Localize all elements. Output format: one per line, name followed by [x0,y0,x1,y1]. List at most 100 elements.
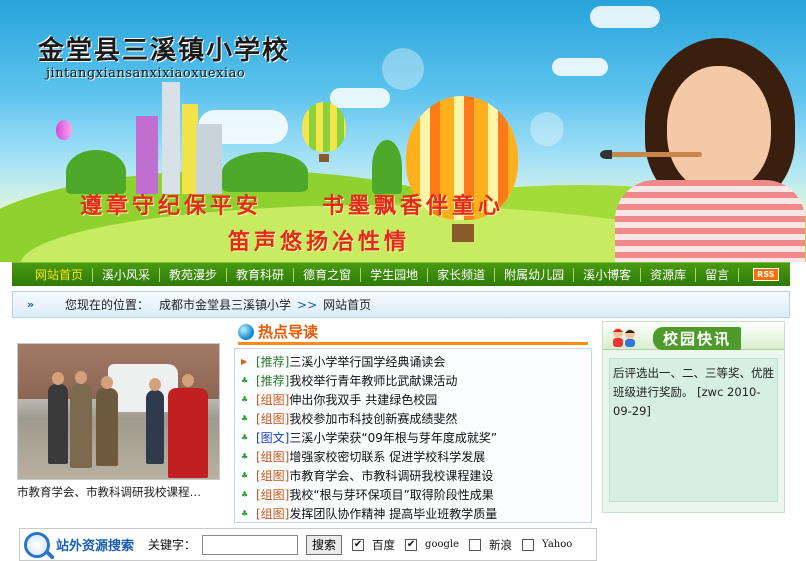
news-tag[interactable]: [组图] [256,486,289,503]
news-link[interactable]: 我校参加市科技创新赛成绩斐然 [289,410,457,427]
news-tag[interactable]: [组图] [256,467,289,484]
news-link[interactable]: 发挥团队协作精神 提高毕业班教学质量 [289,505,497,522]
building [136,116,158,194]
photo-person [168,388,208,478]
news-link[interactable]: 我校举行青年教师比武献课活动 [289,372,457,389]
cloud [330,88,390,108]
news-tag[interactable]: [组图] [256,505,289,522]
photo-person [146,390,164,464]
news-link[interactable]: 市教育学会、市教科调研我校课程建设 [289,467,493,484]
leaf-bullet-icon: ♣ [241,471,249,480]
news-link[interactable]: 三溪小学举行国学经典诵读会 [289,353,445,370]
slogan-2: 书墨飘香伴童心 [322,193,505,219]
engine-label: Yahoo [542,539,573,550]
leaf-bullet-icon: ♣ [241,452,249,461]
featured-photo[interactable] [17,343,220,480]
breadcrumb-prefix: 您现在的位置： [65,298,150,312]
photo-caption[interactable]: 市教育学会、市教科调研我校课程… [17,484,220,500]
school-pinyin: jintangxiansanxixiaoxuexiao [46,66,246,81]
campus-news-title: 校园快讯 [653,327,742,350]
nav-item-moral[interactable]: 德育之窗 [294,267,362,282]
engine-checkbox[interactable]: ✔ [352,538,365,551]
news-item[interactable]: ▶ [推荐] 三溪小学举行国学经典诵读会 [235,352,591,371]
building [162,82,180,194]
nav-item-style[interactable]: 溪小风采 [93,267,161,282]
girl-face [667,66,771,192]
engine-checkbox[interactable] [522,538,535,551]
photo-head [149,378,161,391]
news-link[interactable]: 我校“根与芽环保项目”取得阶段性成果 [289,486,493,503]
balloon [302,102,346,152]
external-search-bar: 站外资源搜索 关键字： 搜索 ✔ 百度 ✔ google 新浪 Yahoo [19,528,597,561]
tree [222,152,308,192]
news-item[interactable]: ♣ [组图] 市教育学会、市教科调研我校课程建设 [235,466,591,485]
rss-icon[interactable]: RSS [753,268,779,281]
leaf-bullet-icon: ♣ [241,414,249,423]
photo-head [75,371,87,384]
kids-icon [613,328,635,347]
cloud [590,6,660,28]
campus-news-header: 校园快讯 [603,322,784,350]
news-link[interactable]: 三溪小学荣获“09年根与芽年度成就奖” [289,429,497,446]
engine-checkbox[interactable]: ✔ [405,538,418,551]
balloon [56,120,72,140]
search-button[interactable]: 搜索 [306,534,343,555]
leaf-bullet-icon: ♣ [241,376,249,385]
leaf-bullet-icon: ♣ [241,433,249,442]
nav-item-home[interactable]: 网站首页 [26,267,94,282]
nav-item-students[interactable]: 学生园地 [361,267,429,282]
news-tag[interactable]: [推荐] [256,372,289,389]
news-item[interactable]: ♣ [组图] 伸出你我双手 共建绿色校园 [235,390,591,409]
nav-item-research[interactable]: 教育科研 [227,267,295,282]
tree [372,140,402,194]
nav-item-kindergarten[interactable]: 附属幼儿园 [495,267,575,282]
keyword-input[interactable] [202,534,299,555]
nav-item-teaching[interactable]: 教苑漫步 [160,267,228,282]
news-link[interactable]: 增强家校密切联系 促进学校科学发展 [289,448,485,465]
campus-news-panel: 校园快讯 后评选出一、二、三等奖、优胜班级进行奖励。 [zwc 2010-09-… [602,321,785,513]
engine-label: 新浪 [489,537,513,552]
photo-head [52,372,64,385]
building [196,124,222,194]
double-arrow-icon: » [27,298,35,311]
girl-shirt [615,180,805,262]
writing-brush [606,152,702,157]
cloud [552,58,608,76]
news-item[interactable]: ♣ [组图] 发挥团队协作精神 提高毕业班教学质量 [235,504,591,523]
news-item[interactable]: ♣ [组图] 我校“根与芽环保项目”取得阶段性成果 [235,485,591,504]
news-tag[interactable]: [图文] [256,429,289,446]
nav-item-parents[interactable]: 家长频道 [428,267,496,282]
photo-head [101,376,113,389]
slogan-3: 笛声悠扬冶性情 [228,229,411,255]
engine-option: ✔ 百度 [352,537,395,553]
writing-brush-tip [600,150,612,159]
news-tag[interactable]: [组图] [256,448,289,465]
globe-icon [238,323,254,340]
news-item[interactable]: ♣ [推荐] 我校举行青年教师比武献课活动 [235,371,591,390]
leaf-bullet-icon: ♣ [241,490,249,499]
leaf-bullet-icon: ♣ [241,509,249,518]
hot-news-title: 热点导读 [258,323,319,341]
news-item[interactable]: ♣ [组图] 增强家校密切联系 促进学校科学发展 [235,447,591,466]
news-link[interactable]: 伸出你我双手 共建绿色校园 [289,391,437,408]
photo-person [48,384,68,464]
slogan-1: 遵章守纪保平安 [80,193,263,219]
arrow-bullet-icon: ▶ [241,357,248,366]
news-tag[interactable]: [组图] [256,410,289,427]
header-banner: 金堂县三溪镇小学校 jintangxiansanxixiaoxuexiao 遵章… [0,0,806,262]
main-nav: 网站首页 溪小风采 教苑漫步 教育科研 德育之窗 学生园地 家长频道 附属幼儿园… [12,262,790,286]
news-item[interactable]: ♣ [图文] 三溪小学荣获“09年根与芽年度成就奖” [235,428,591,447]
campus-news-text[interactable]: 后评选出一、二、三等奖、优胜班级进行奖励。 [zwc 2010-09-29] [609,358,778,502]
magnifier-icon [24,531,50,558]
sun-circle [530,112,564,146]
photo-person [96,388,118,466]
news-tag[interactable]: [推荐] [256,353,289,370]
engine-option: ✔ google [405,538,459,551]
nav-item-guestbook[interactable]: 留言 [696,267,740,282]
nav-item-blog[interactable]: 溪小博客 [574,267,642,282]
engine-checkbox[interactable] [469,538,482,551]
news-item[interactable]: ♣ [组图] 我校参加市科技创新赛成绩斐然 [235,409,591,428]
news-tag[interactable]: [组图] [256,391,289,408]
breadcrumb-link-school[interactable]: 成都市金堂县三溪镇小学 [159,296,291,313]
nav-item-resources[interactable]: 资源库 [641,267,697,282]
